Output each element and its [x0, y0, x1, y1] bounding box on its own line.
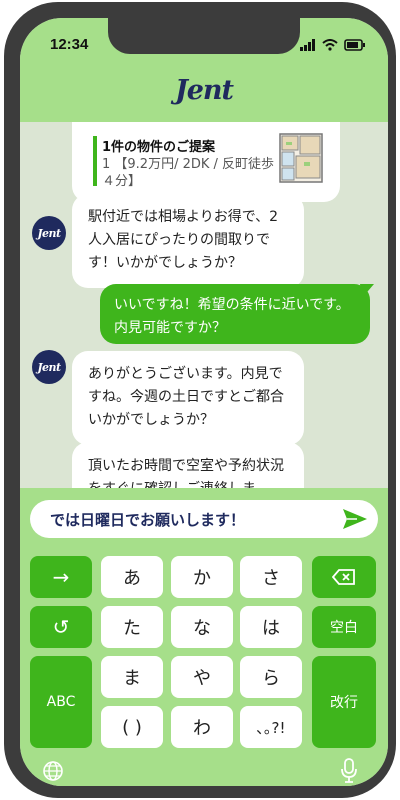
app-logo: Jent — [174, 75, 234, 106]
key-a[interactable]: あ — [101, 556, 163, 598]
key-enter[interactable]: 改行 — [312, 656, 376, 748]
key-abc[interactable]: ABC — [30, 656, 92, 748]
key-ka[interactable]: か — [171, 556, 233, 598]
microphone-icon[interactable] — [340, 758, 358, 784]
key-ta[interactable]: た — [101, 606, 163, 648]
floorplan-thumbnail — [279, 133, 323, 183]
message-input[interactable]: では日曜日でお願いします！ — [30, 500, 378, 538]
screen: 1件の物件のご提案 1 【9.2万円/ 2DK / 反町徒歩４分】 Jent 駅… — [20, 18, 388, 786]
key-wa[interactable]: わ — [171, 706, 233, 748]
property-accent-bar — [93, 136, 97, 186]
key-na[interactable]: な — [171, 606, 233, 648]
key-ha[interactable]: は — [240, 606, 302, 648]
message-text: 駅付近では相場よりお得で、2人入居にぴったりの間取りです！いかがでしょうか？ — [88, 209, 279, 271]
key-ma[interactable]: ま — [101, 656, 163, 698]
battery-icon — [344, 39, 365, 51]
key-ra[interactable]: ら — [240, 656, 302, 698]
user-message: いいですね！希望の条件に近いです。内見可能ですか？ — [100, 284, 370, 344]
agent-avatar: Jent — [32, 216, 66, 250]
agent-message: 駅付近では相場よりお得で、2人入居にぴったりの間取りです！いかがでしょうか？ — [72, 194, 304, 288]
message-input-text: では日曜日でお願いします！ — [50, 511, 246, 529]
phone-notch — [108, 18, 300, 54]
agent-avatar: Jent — [32, 350, 66, 384]
status-time: 12:34 — [50, 36, 89, 53]
key-ya[interactable]: や — [171, 656, 233, 698]
key-backspace[interactable] — [312, 556, 376, 598]
agent-message: ありがとうございます。内見ですね。今週の土日ですとご都合いかがでしょうか？ — [72, 351, 304, 445]
key-undo[interactable]: ↺ — [30, 606, 92, 648]
bubble-tail — [360, 284, 374, 298]
signal-icon — [300, 39, 315, 51]
key-punct[interactable]: ､｡?! — [240, 706, 302, 748]
key-sa[interactable]: さ — [240, 556, 302, 598]
send-icon[interactable] — [342, 507, 368, 531]
status-icons — [300, 39, 366, 51]
key-next[interactable]: → — [30, 556, 92, 598]
message-text: ありがとうございます。内見ですね。今週の土日ですとご都合いかがでしょうか？ — [88, 366, 284, 428]
phone-frame: 1件の物件のご提案 1 【9.2万円/ 2DK / 反町徒歩４分】 Jent 駅… — [4, 2, 396, 798]
message-text: いいですね！希望の条件に近いです。内見可能ですか？ — [114, 297, 350, 336]
key-paren[interactable]: ( ) — [101, 706, 163, 748]
property-card-title: 1件の物件のご提案 — [102, 140, 216, 155]
globe-icon[interactable] — [42, 760, 64, 782]
property-card-detail: 1 【9.2万円/ 2DK / 反町徒歩４分】 — [102, 157, 275, 189]
wifi-icon — [322, 39, 338, 51]
backspace-icon — [332, 569, 355, 585]
key-space[interactable]: 空白 — [312, 606, 376, 648]
